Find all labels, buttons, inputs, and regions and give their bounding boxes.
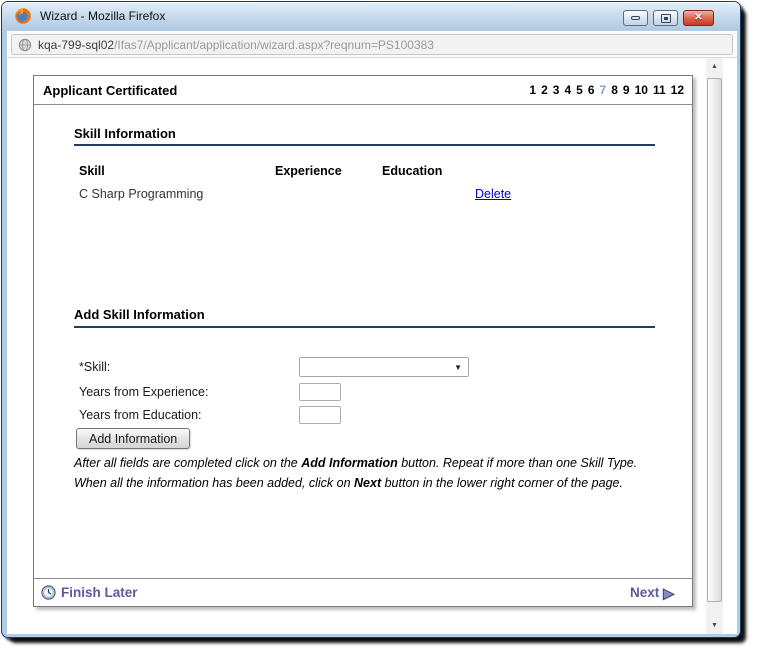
pager-step-5: 5 xyxy=(576,83,583,97)
page-title: Applicant Certificated xyxy=(43,83,177,98)
maximize-button[interactable] xyxy=(653,10,678,26)
years-education-input[interactable] xyxy=(299,406,341,424)
window-title: Wizard - Mozilla Firefox xyxy=(40,9,165,23)
experience-field-row: Years from Experience: xyxy=(79,382,341,402)
skill-label: *Skill: xyxy=(79,360,299,374)
education-cell xyxy=(382,187,475,201)
pager-step-1: 1 xyxy=(529,83,536,97)
instructions-line-1: After all fields are completed click on … xyxy=(74,453,674,473)
next-arrow-icon: ▶ xyxy=(663,586,674,600)
skill-field-row: *Skill: ▼ xyxy=(79,357,469,377)
skill-select[interactable]: ▼ xyxy=(299,357,469,377)
minimize-button[interactable] xyxy=(623,10,648,26)
years-education-label: Years from Education: xyxy=(79,408,299,422)
next-label: Next xyxy=(630,585,659,600)
url-text: kqa-799-sql02/Ifas7/Applicant/applicatio… xyxy=(38,38,434,52)
browser-window: Wizard - Mozilla Firefox ✕ kqa-799-sql02… xyxy=(1,1,741,638)
url-host: kqa-799-sql02 xyxy=(38,38,114,52)
education-field-row: Years from Education: xyxy=(79,405,341,425)
instructions-line-2: When all the information has been added,… xyxy=(74,473,674,493)
add-skill-information-heading: Add Skill Information xyxy=(74,307,205,322)
scroll-up-button[interactable]: ▲ xyxy=(706,58,723,75)
wizard-body: Skill Information Skill Experience Educa… xyxy=(34,106,692,580)
years-experience-input[interactable] xyxy=(299,383,341,401)
url-bar[interactable]: kqa-799-sql02/Ifas7/Applicant/applicatio… xyxy=(11,34,733,55)
maximize-icon xyxy=(661,14,671,23)
table-row: C Sharp Programming Delete xyxy=(79,187,669,201)
pager-step-4: 4 xyxy=(564,83,571,97)
column-header-experience: Experience xyxy=(275,164,382,178)
vertical-scrollbar[interactable]: ▲ ▼ xyxy=(706,58,723,634)
years-experience-label: Years from Experience: xyxy=(79,385,299,399)
skill-information-heading: Skill Information xyxy=(74,126,176,141)
pager-step-10: 10 xyxy=(635,83,648,97)
pager-step-11: 11 xyxy=(653,83,666,97)
close-icon: ✕ xyxy=(694,13,702,23)
finish-later-label: Finish Later xyxy=(61,585,138,600)
add-skill-information-divider xyxy=(74,326,655,328)
wizard-header: Applicant Certificated 1 2 3 4 5 6 7 8 9… xyxy=(34,76,692,105)
scroll-down-button[interactable]: ▼ xyxy=(706,617,723,634)
pager-step-2: 2 xyxy=(541,83,548,97)
pager-step-12: 12 xyxy=(671,83,684,97)
skills-table-header: Skill Experience Education xyxy=(79,164,669,178)
screen: Wizard - Mozilla Firefox ✕ kqa-799-sql02… xyxy=(0,0,758,655)
column-header-education: Education xyxy=(382,164,475,178)
scroll-thumb[interactable] xyxy=(707,78,722,602)
pager-step-6: 6 xyxy=(588,83,595,97)
experience-cell xyxy=(275,187,382,201)
chevron-down-icon: ▼ xyxy=(454,364,462,372)
firefox-icon xyxy=(14,7,32,25)
finish-later-button[interactable]: Finish Later xyxy=(41,585,138,600)
skills-table: Skill Experience Education C Sharp Progr… xyxy=(79,164,669,201)
pager-step-7-current: 7 xyxy=(600,83,607,97)
navigation-bar: kqa-799-sql02/Ifas7/Applicant/applicatio… xyxy=(7,31,737,58)
clock-icon xyxy=(41,585,56,600)
minimize-icon xyxy=(631,16,640,20)
close-button[interactable]: ✕ xyxy=(683,10,714,26)
delete-link[interactable]: Delete xyxy=(475,187,511,201)
next-button[interactable]: Next ▶ xyxy=(630,585,674,600)
wizard-footer: Finish Later Next ▶ xyxy=(34,578,692,606)
url-path: /Ifas7/Applicant/application/wizard.aspx… xyxy=(114,38,434,52)
add-information-button[interactable]: Add Information xyxy=(76,428,190,449)
step-pager: 1 2 3 4 5 6 7 8 9 10 11 12 xyxy=(529,83,684,97)
pager-step-3: 3 xyxy=(553,83,560,97)
skill-information-divider xyxy=(74,144,655,146)
globe-icon xyxy=(18,38,32,52)
page-viewport: Applicant Certificated 1 2 3 4 5 6 7 8 9… xyxy=(7,58,737,634)
skill-cell: C Sharp Programming xyxy=(79,187,275,201)
wizard-panel: Applicant Certificated 1 2 3 4 5 6 7 8 9… xyxy=(33,75,693,607)
column-header-skill: Skill xyxy=(79,164,275,178)
pager-step-8: 8 xyxy=(611,83,618,97)
title-bar[interactable]: Wizard - Mozilla Firefox ✕ xyxy=(2,2,740,30)
instructions-text: After all fields are completed click on … xyxy=(74,453,674,493)
pager-step-9: 9 xyxy=(623,83,630,97)
window-controls: ✕ xyxy=(623,10,714,26)
